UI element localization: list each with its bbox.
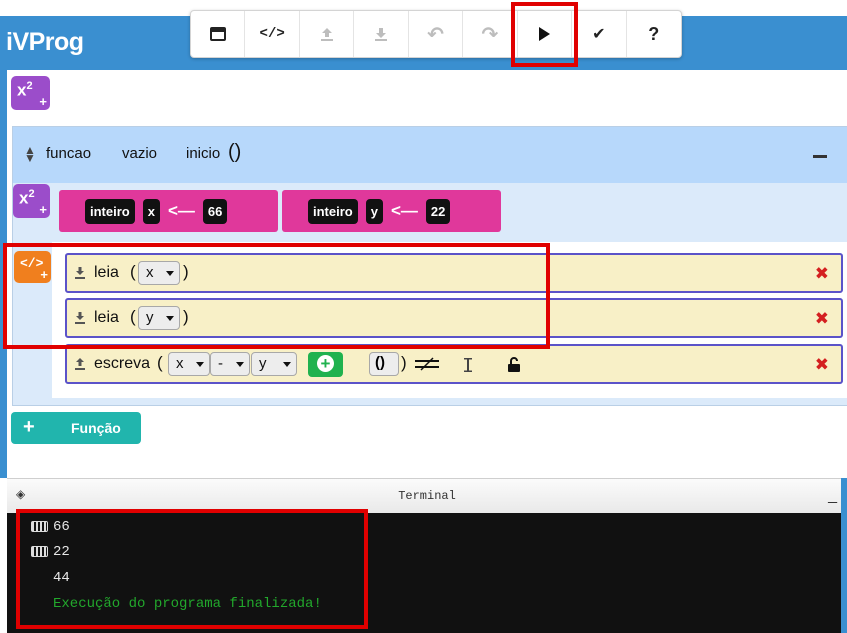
chevron-down-icon <box>196 362 204 367</box>
sort-arrows-icon[interactable]: ▲ ▼ <box>24 144 36 164</box>
terminal-highlight-box <box>16 509 368 629</box>
check-icon: ✔ <box>592 26 606 43</box>
variable-icon-exp: 2 <box>26 80 33 92</box>
function-parens[interactable]: () <box>228 141 241 164</box>
text-cursor-icon[interactable] <box>463 357 473 373</box>
undo-icon: ↶ <box>427 23 444 46</box>
close-paren: ) <box>401 353 407 372</box>
command-write[interactable]: escreva ( x - y + () ) ✖ <box>65 344 843 384</box>
function-name[interactable]: inicio <box>186 145 220 162</box>
delete-icon[interactable]: ✖ <box>815 309 829 329</box>
help-icon: ? <box>648 23 660 44</box>
unlock-icon[interactable] <box>507 357 521 373</box>
download-icon <box>375 28 388 41</box>
variable-icon: x2 <box>19 188 35 209</box>
plus-icon: + <box>39 94 47 109</box>
operand-value: y <box>259 355 267 372</box>
window-edge <box>841 478 847 633</box>
app-logo: iVProg <box>6 28 84 56</box>
function-keyword: funcao <box>46 145 92 162</box>
assign-arrow-icon: <— <box>390 201 418 220</box>
download-button[interactable] <box>354 11 409 57</box>
upload-button[interactable] <box>300 11 355 57</box>
delete-icon[interactable]: ✖ <box>815 355 829 375</box>
variable-type[interactable]: inteiro <box>308 198 358 224</box>
variable-value[interactable]: 66 <box>202 198 228 224</box>
run-highlight-box <box>511 2 578 67</box>
variable-name[interactable]: x <box>142 198 160 224</box>
expression-operand-select[interactable]: y <box>251 352 297 376</box>
variable-value[interactable]: 22 <box>425 198 451 224</box>
toolbar: </> ↶ ↷ ✔ ? <box>190 10 682 58</box>
variable-icon: x2 <box>17 80 33 101</box>
upload-icon <box>320 28 333 41</box>
chevron-down-icon <box>283 362 291 367</box>
plus-icon: + <box>23 416 35 438</box>
add-global-variable-button[interactable]: x2 + <box>11 76 50 110</box>
variable-declaration-y[interactable]: inteiro y <— 22 <box>282 190 501 232</box>
function-return-type[interactable]: vazio <box>122 145 157 162</box>
parenthesis-button[interactable]: () <box>369 352 399 376</box>
expression-operand-select[interactable]: x <box>168 352 210 376</box>
operator-value: - <box>218 355 223 372</box>
window-button[interactable] <box>191 11 246 57</box>
variable-type[interactable]: inteiro <box>85 198 135 224</box>
add-function-button[interactable]: + Função <box>11 412 141 444</box>
add-local-variable-button[interactable]: x2 + <box>13 184 50 218</box>
delete-icon[interactable]: ✖ <box>815 264 829 284</box>
code-button[interactable]: </> <box>245 11 300 57</box>
help-button[interactable]: ? <box>627 11 681 57</box>
function-header: ▲ ▼ funcao vazio inicio () <box>13 127 847 183</box>
open-paren: ( <box>157 353 163 372</box>
redo-icon: ↷ <box>481 23 499 46</box>
assign-arrow-icon: <— <box>167 201 195 220</box>
add-function-label: Função <box>71 420 121 436</box>
expression-operator-select[interactable]: - <box>210 352 250 376</box>
terminal-title: Terminal <box>398 489 456 503</box>
minimize-icon[interactable]: _ <box>828 487 837 505</box>
plus-circle-icon: + <box>317 355 334 372</box>
terminal-titlebar: ◈ Terminal _ <box>7 478 847 513</box>
newline-toggle-icon[interactable] <box>415 357 439 371</box>
check-button[interactable]: ✔ <box>572 11 627 57</box>
undo-button[interactable]: ↶ <box>409 11 464 57</box>
upload-icon <box>75 358 85 370</box>
operand-value: x <box>176 355 184 372</box>
variable-name[interactable]: y <box>365 198 383 224</box>
command-name: escreva <box>94 355 151 372</box>
code-icon: </> <box>259 26 285 42</box>
window-icon <box>209 27 226 41</box>
plus-icon: + <box>39 202 47 217</box>
minimize-icon[interactable] <box>813 155 827 158</box>
chevron-down-icon <box>236 362 244 367</box>
variable-declaration-x[interactable]: inteiro x <— 66 <box>59 190 278 232</box>
redo-button[interactable]: ↷ <box>463 11 518 57</box>
commands-highlight-box <box>3 243 550 349</box>
variable-icon-exp: 2 <box>28 188 35 200</box>
add-expression-button[interactable]: + <box>308 352 343 377</box>
